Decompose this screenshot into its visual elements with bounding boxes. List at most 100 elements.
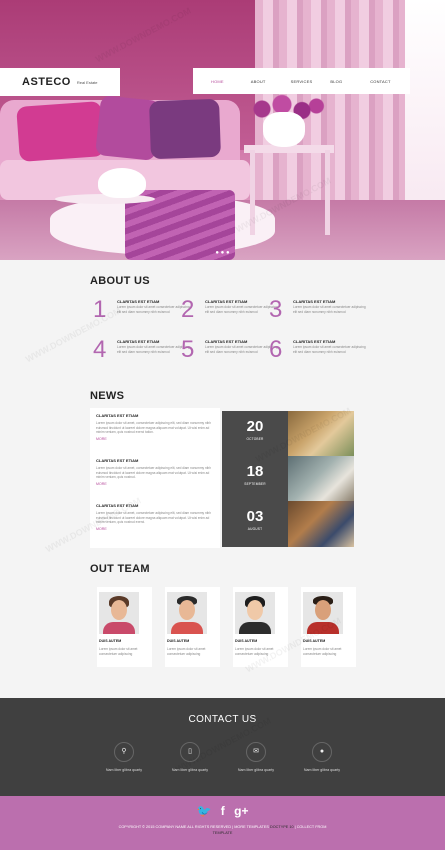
team-card[interactable]: DUIS AUTEM Lorem ipsum dolor sit amet co… (301, 587, 356, 667)
news-item: CLARITAS EST ETIAM Lorem ipsum dolor sit… (96, 458, 216, 486)
news-more-link[interactable]: MORE (96, 482, 216, 486)
news-item: CLARITAS EST ETIAM Lorem ipsum dolor sit… (96, 413, 216, 441)
footer: 🐦 f g+ COPYRIGHT © 2015 COMPANY NAME ALL… (0, 796, 445, 850)
contact-item: ⚲ Nam liber glibra quarty (94, 742, 154, 772)
contact-item: ● Nam liber glibra quarty (292, 742, 352, 772)
hero-table-leg (325, 150, 330, 235)
date-tile: 03 AUGUST (222, 501, 288, 547)
about-number: 3 (269, 296, 283, 323)
team-shirt (307, 622, 339, 634)
hero-table-leg (250, 150, 255, 235)
team-name: DUIS AUTEM (99, 639, 122, 643)
about-heading: CLARITAS EST ETIAM (293, 339, 336, 344)
envelope-icon: ✉ (246, 742, 266, 762)
copyright-link[interactable]: DOCTYPE 10 (270, 825, 294, 829)
news-photo[interactable] (288, 411, 354, 456)
about-item: 6 CLARITAS EST ETIAM Lorem ipsum dolor s… (269, 337, 369, 373)
news-photo[interactable] (288, 456, 354, 501)
logo-box[interactable]: ASTECO Real Estate (0, 68, 120, 96)
date-month: AUGUST (247, 527, 263, 531)
about-item: 3 CLARITAS EST ETIAM Lorem ipsum dolor s… (269, 297, 369, 333)
team-name: DUIS AUTEM (167, 639, 190, 643)
date-tile: 18 SEPTEMBER (222, 456, 288, 501)
contact-text: Nam liber glibra quarty (171, 768, 209, 772)
team-name: DUIS AUTEM (303, 639, 326, 643)
team-photo (235, 592, 275, 634)
hero-banner: ● ● ● (0, 0, 445, 260)
team-shirt (103, 622, 135, 634)
team-shirt (239, 622, 271, 634)
about-number: 2 (181, 296, 195, 323)
news-heading[interactable]: CLARITAS EST ETIAM (96, 503, 216, 508)
news-more-link[interactable]: MORE (96, 527, 216, 531)
team-face (111, 600, 127, 620)
nav-services[interactable]: SERVICES (291, 79, 331, 84)
news-item: CLARITAS EST ETIAM Lorem ipsum dolor sit… (96, 503, 216, 531)
news-text: Lorem ipsum dolor sit amet, consectetuer… (96, 466, 211, 479)
slider-dots[interactable]: ● ● ● (0, 250, 445, 256)
news-text: Lorem ipsum dolor sit amet, consectetuer… (96, 511, 211, 524)
about-item: 4 CLARITAS EST ETIAM Lorem ipsum dolor s… (93, 337, 193, 373)
google-plus-icon[interactable]: g+ (234, 804, 248, 818)
team-card[interactable]: DUIS AUTEM Lorem ipsum dolor sit amet co… (165, 587, 220, 667)
date-month: OCTOBER (246, 437, 264, 441)
team-card[interactable]: DUIS AUTEM Lorem ipsum dolor sit amet co… (97, 587, 152, 667)
team-face (179, 600, 195, 620)
about-text: Lorem ipsum dolor sit amet consectetuer … (293, 345, 366, 354)
news-heading[interactable]: CLARITAS EST ETIAM (96, 413, 216, 418)
team-text: Lorem ipsum dolor sit amet consectetuer … (303, 647, 342, 656)
contact-title: CONTACT US (188, 714, 257, 725)
hero-teapot (98, 168, 146, 198)
about-heading: CLARITAS EST ETIAM (293, 299, 336, 304)
nav-home[interactable]: HOME (211, 79, 251, 84)
news-list: CLARITAS EST ETIAM Lorem ipsum dolor sit… (90, 408, 220, 548)
about-item: 1 CLARITAS EST ETIAM Lorem ipsum dolor s… (93, 297, 193, 333)
logo-subtitle: Real Estate (76, 79, 98, 85)
hero-pillow (16, 101, 105, 162)
about-text: Lorem ipsum dolor sit amet consectetuer … (293, 305, 366, 314)
news-title: NEWS (90, 390, 125, 402)
about-item: 2 CLARITAS EST ETIAM Lorem ipsum dolor s… (181, 297, 281, 333)
contact-text[interactable]: Nam liber glibra quarty (226, 768, 286, 772)
nav-about[interactable]: ABOUT (251, 79, 291, 84)
team-text: Lorem ipsum dolor sit amet consectetuer … (235, 647, 274, 656)
date-day: 18 (246, 463, 264, 480)
about-number: 1 (93, 296, 107, 323)
date-tile: 20 OCTOBER (222, 411, 288, 456)
nav-blog[interactable]: BLOG (330, 79, 370, 84)
copyright-template-link[interactable]: TEMPLATE (213, 831, 233, 835)
main-nav: HOME ABOUT SERVICES BLOG CONTACT (193, 68, 410, 94)
contact-section: CONTACT US ⚲ Nam liber glibra quarty ▯ N… (0, 698, 445, 796)
news-more-link[interactable]: MORE (96, 437, 216, 441)
team-name: DUIS AUTEM (235, 639, 258, 643)
copyright-text: COPYRIGHT © 2015 COMPANY NAME ALL RIGHTS… (118, 825, 270, 829)
team-title: OUT TEAM (90, 563, 150, 575)
info-icon: ● (312, 742, 332, 762)
contact-item: ▯ Nam liber glibra quarty (160, 742, 220, 772)
contact-text: Nam liber glibra quarty (303, 768, 341, 772)
about-number: 6 (269, 336, 283, 363)
copyright: COPYRIGHT © 2015 COMPANY NAME ALL RIGHTS… (0, 824, 445, 836)
news-gallery: 20 OCTOBER 18 SEPTEMBER 03 AUGUST (222, 411, 354, 547)
news-photo[interactable] (288, 501, 354, 547)
hero-vase (263, 112, 305, 147)
news-text: Lorem ipsum dolor sit amet, consectetuer… (96, 421, 211, 434)
social-links: 🐦 f g+ (0, 804, 445, 818)
about-number: 5 (181, 336, 195, 363)
team-card[interactable]: DUIS AUTEM Lorem ipsum dolor sit amet co… (233, 587, 288, 667)
twitter-icon[interactable]: 🐦 (197, 804, 212, 818)
team-photo (99, 592, 139, 634)
nav-contact[interactable]: CONTACT (370, 79, 410, 84)
logo[interactable]: ASTECO (22, 76, 71, 88)
team-text: Lorem ipsum dolor sit amet consectetuer … (99, 647, 138, 656)
news-heading[interactable]: CLARITAS EST ETIAM (96, 458, 216, 463)
contact-text: Nam liber glibra quarty (105, 768, 143, 772)
map-pin-icon: ⚲ (114, 742, 134, 762)
facebook-icon[interactable]: f (221, 804, 225, 818)
copyright-text-end: | COLLECT FROM (293, 825, 327, 829)
date-day: 03 (246, 508, 264, 525)
about-number: 4 (93, 336, 107, 363)
date-month: SEPTEMBER (244, 482, 266, 486)
about-item: 5 CLARITAS EST ETIAM Lorem ipsum dolor s… (181, 337, 281, 373)
team-shirt (171, 622, 203, 634)
